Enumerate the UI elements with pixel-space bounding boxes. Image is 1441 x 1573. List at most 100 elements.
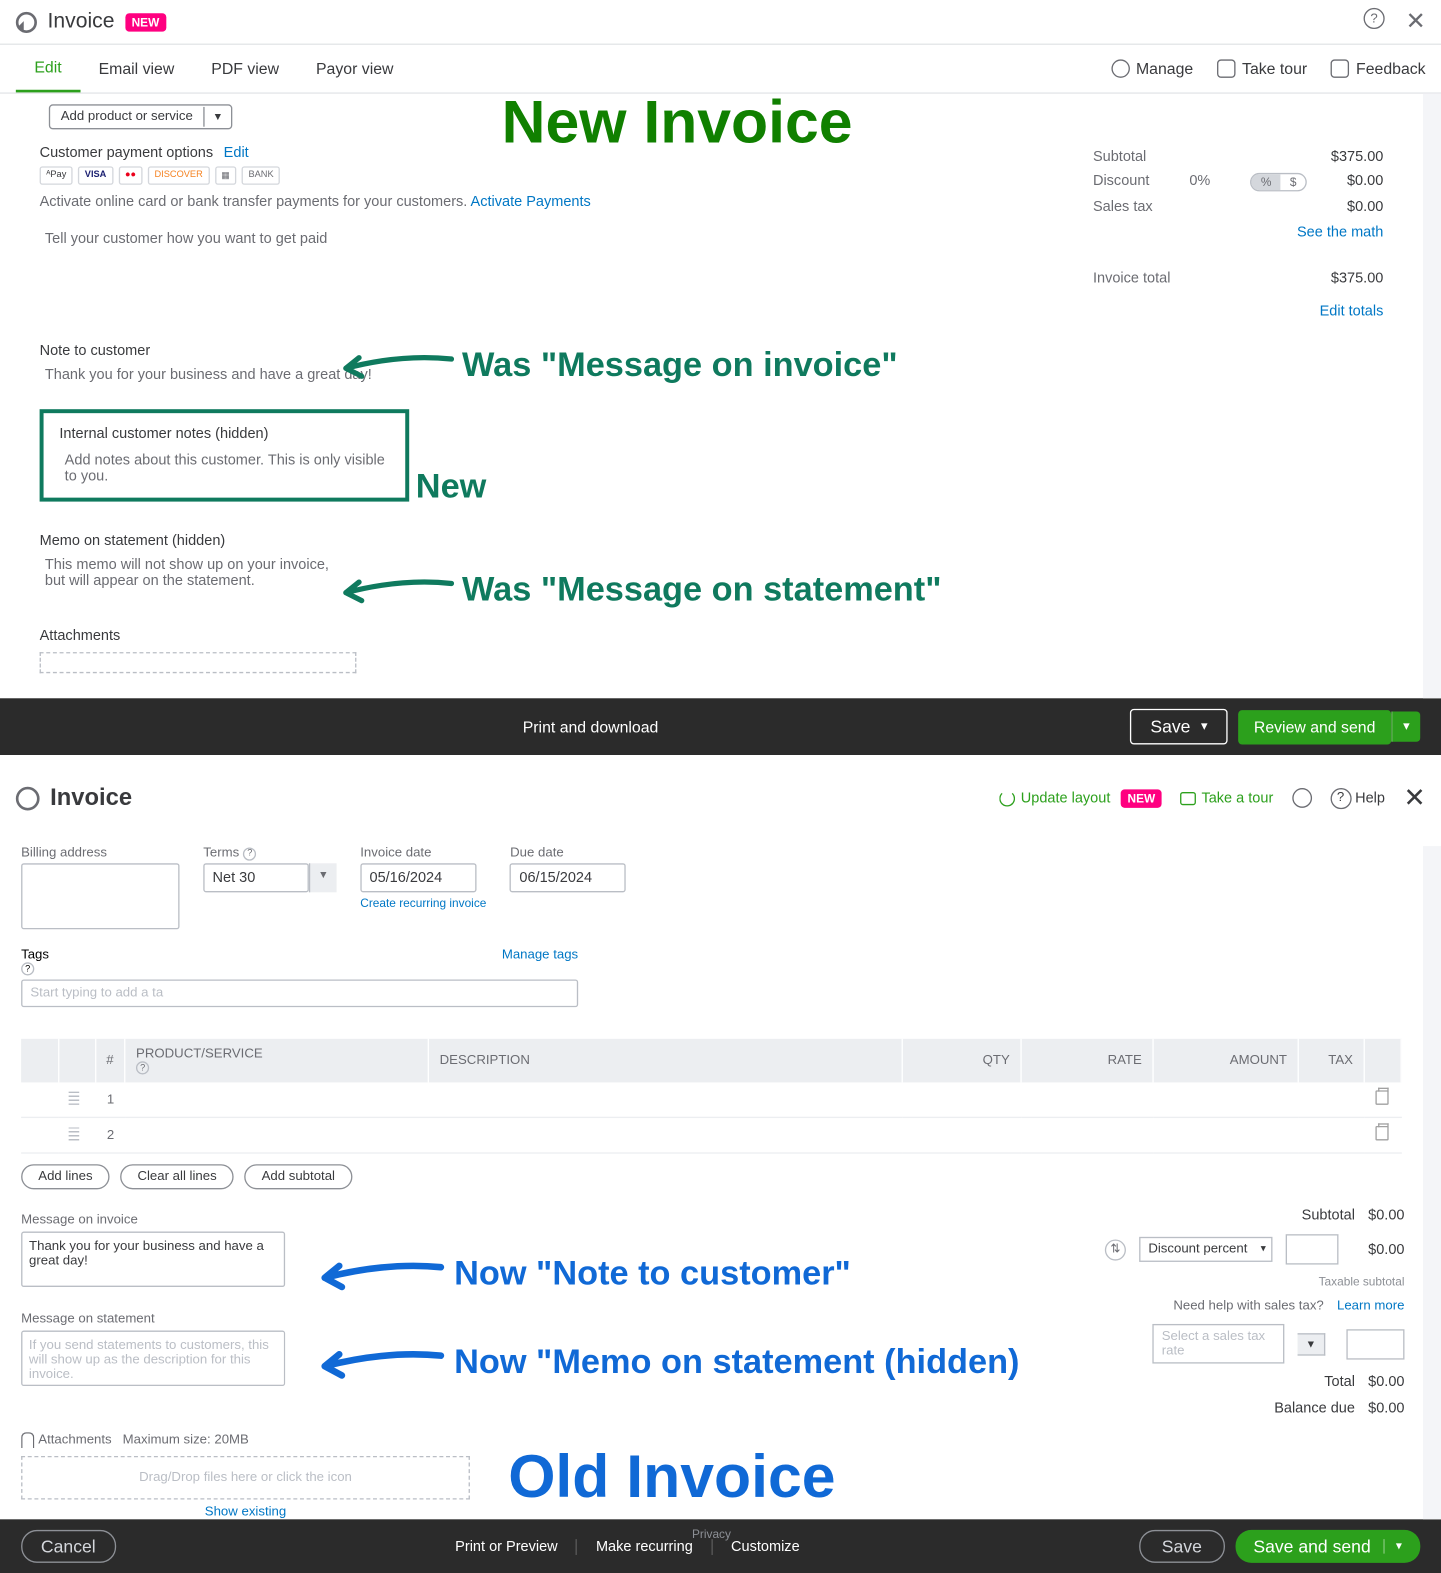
help-icon[interactable]: ? bbox=[21, 962, 34, 975]
feedback-icon bbox=[1331, 59, 1349, 77]
chevron-down-icon[interactable]: ▼ bbox=[203, 107, 231, 127]
see-math-link[interactable]: See the math bbox=[1093, 224, 1383, 240]
discount-toggle[interactable]: %$ bbox=[1250, 173, 1307, 191]
manage-button[interactable]: Manage bbox=[1111, 59, 1193, 77]
memo-label: Memo on statement (hidden) bbox=[40, 533, 1384, 549]
card-icon: ▦ bbox=[215, 166, 237, 184]
trash-icon[interactable] bbox=[1375, 1090, 1388, 1105]
tab-edit[interactable]: Edit bbox=[16, 45, 80, 93]
save-button[interactable]: Save bbox=[1131, 709, 1228, 745]
print-preview-link[interactable]: Print or Preview bbox=[437, 1538, 578, 1554]
drag-icon[interactable] bbox=[69, 1091, 80, 1104]
subtotal-value: $0.00 bbox=[1368, 1208, 1404, 1224]
history-icon[interactable] bbox=[16, 11, 37, 32]
new-invoice-window: Invoice NEW ? ✕ Edit Email view PDF view… bbox=[0, 0, 1441, 755]
invoice-date-input[interactable] bbox=[360, 863, 476, 892]
payment-methods: ᴬPay VISA ●● DISCOVER ▦ BANK bbox=[40, 166, 726, 184]
close-icon[interactable]: ✕ bbox=[1403, 781, 1425, 814]
arrow-icon bbox=[335, 573, 454, 613]
chevron-down-icon[interactable]: ▼ bbox=[309, 863, 337, 892]
bank-icon: BANK bbox=[242, 166, 280, 184]
tax-rate-select[interactable]: Select a sales tax rate bbox=[1152, 1324, 1284, 1364]
tags-input[interactable]: Start typing to add a ta bbox=[21, 979, 578, 1007]
due-date-field: Due date bbox=[510, 846, 626, 929]
table-row[interactable]: 1 bbox=[21, 1082, 1401, 1117]
manage-tags-link[interactable]: Manage tags bbox=[502, 948, 578, 976]
annotation-new: New bbox=[416, 466, 487, 507]
tab-pdf[interactable]: PDF view bbox=[193, 46, 298, 91]
tab-email[interactable]: Email view bbox=[80, 46, 193, 91]
view-tabs: Edit Email view PDF view Payor view Mana… bbox=[0, 45, 1441, 94]
terms-field: Terms? Net 30▼ bbox=[203, 846, 336, 929]
review-send-button[interactable]: Review and send bbox=[1238, 710, 1391, 744]
take-tour-button[interactable]: Take tour bbox=[1217, 59, 1307, 77]
attachments-dropzone[interactable]: Drag/Drop files here or click the icon bbox=[21, 1456, 470, 1500]
arrow-icon bbox=[314, 1345, 446, 1387]
attachments-section: Attachments bbox=[40, 628, 1384, 673]
tax-input[interactable] bbox=[1346, 1329, 1404, 1359]
new-badge: NEW bbox=[125, 13, 166, 31]
take-tour-link[interactable]: Take a tour bbox=[1180, 790, 1273, 806]
invoice-body: Add product or service▼ New Invoice Cust… bbox=[0, 94, 1441, 699]
update-layout-link[interactable]: Update layoutNEW bbox=[1000, 789, 1162, 807]
due-date-input[interactable] bbox=[510, 863, 626, 892]
tab-payor[interactable]: Payor view bbox=[298, 46, 412, 91]
footer-bar: Print and download Save Review and send … bbox=[0, 698, 1441, 755]
feedback-button[interactable]: Feedback bbox=[1331, 59, 1426, 77]
old-totals-panel: Subtotal$0.00 ⇅Discount percent$0.00 Tax… bbox=[1061, 1203, 1404, 1422]
attachments-dropzone[interactable] bbox=[40, 652, 357, 673]
create-recurring-link[interactable]: Create recurring invoice bbox=[360, 896, 486, 909]
discount-value: $0.00 bbox=[1352, 1241, 1405, 1257]
activate-payments-link[interactable]: Activate Payments bbox=[471, 194, 591, 210]
edit-totals-link[interactable]: Edit totals bbox=[1093, 304, 1383, 320]
cpo-edit-link[interactable]: Edit bbox=[224, 145, 249, 161]
applepay-icon: ᴬPay bbox=[40, 166, 73, 184]
drag-icon[interactable] bbox=[69, 1127, 80, 1140]
add-subtotal-button[interactable]: Add subtotal bbox=[244, 1164, 352, 1189]
memo-text[interactable]: This memo will not show up on your invoi… bbox=[40, 557, 330, 589]
billing-input[interactable] bbox=[21, 863, 179, 929]
customize-link[interactable]: Customize bbox=[713, 1538, 819, 1554]
clear-lines-button[interactable]: Clear all lines bbox=[120, 1164, 234, 1189]
msg-stmt-input[interactable] bbox=[21, 1331, 285, 1386]
discover-icon: DISCOVER bbox=[148, 166, 209, 184]
help-icon[interactable]: ? bbox=[243, 847, 256, 860]
terms-select[interactable]: Net 30 bbox=[203, 863, 309, 892]
help-icon[interactable]: ? bbox=[136, 1061, 149, 1074]
close-icon[interactable]: ✕ bbox=[1406, 8, 1426, 36]
internal-notes-section: Internal customer notes (hidden) Add not… bbox=[40, 409, 410, 501]
trash-icon[interactable] bbox=[1375, 1126, 1388, 1141]
msg-inv-input[interactable] bbox=[21, 1232, 285, 1287]
help-icon[interactable]: ? bbox=[1363, 8, 1384, 29]
arrow-icon bbox=[314, 1257, 446, 1299]
discount-select[interactable]: Discount percent bbox=[1139, 1237, 1272, 1262]
annotation-title-old: Old Invoice bbox=[508, 1440, 835, 1511]
gear-icon[interactable] bbox=[16, 786, 40, 810]
review-send-caret[interactable]: ▾ bbox=[1391, 711, 1420, 741]
internal-text[interactable]: Add notes about this customer. This is o… bbox=[59, 453, 389, 485]
arrow-icon bbox=[335, 348, 454, 388]
line-items-table: # PRODUCT/SERVICE ? DESCRIPTION QTY RATE… bbox=[21, 1039, 1402, 1154]
discount-input[interactable] bbox=[1286, 1234, 1339, 1264]
attachments-label: Attachments bbox=[40, 628, 1384, 644]
learn-more-link[interactable]: Learn more bbox=[1337, 1299, 1405, 1314]
privacy-link[interactable]: Privacy bbox=[21, 1527, 1402, 1540]
old-body: Billing address Terms? Net 30▼ Invoice d… bbox=[0, 846, 1441, 1519]
swap-icon[interactable]: ⇅ bbox=[1105, 1239, 1126, 1260]
invoice-total-value: $375.00 bbox=[1331, 271, 1383, 287]
add-product-button[interactable]: Add product or service▼ bbox=[49, 104, 232, 129]
add-lines-button[interactable]: Add lines bbox=[21, 1164, 110, 1189]
table-row[interactable]: 2 bbox=[21, 1117, 1401, 1153]
discount-value: $0.00 bbox=[1347, 173, 1383, 191]
show-existing-link[interactable]: Show existing bbox=[21, 1505, 470, 1520]
old-invoice-window: Invoice Update layoutNEW Take a tour ?He… bbox=[0, 774, 1441, 1573]
make-recurring-link[interactable]: Make recurring bbox=[577, 1538, 712, 1554]
tell-customer-text[interactable]: Tell your customer how you want to get p… bbox=[45, 232, 726, 248]
help-link[interactable]: ?Help bbox=[1330, 787, 1385, 808]
gear-icon bbox=[1111, 59, 1129, 77]
print-download-link[interactable]: Print and download bbox=[523, 717, 659, 735]
settings-icon[interactable] bbox=[1292, 788, 1312, 808]
chevron-down-icon[interactable]: ▼ bbox=[1298, 1333, 1326, 1355]
visa-icon: VISA bbox=[78, 166, 113, 184]
annotation-title: New Invoice bbox=[502, 94, 853, 157]
